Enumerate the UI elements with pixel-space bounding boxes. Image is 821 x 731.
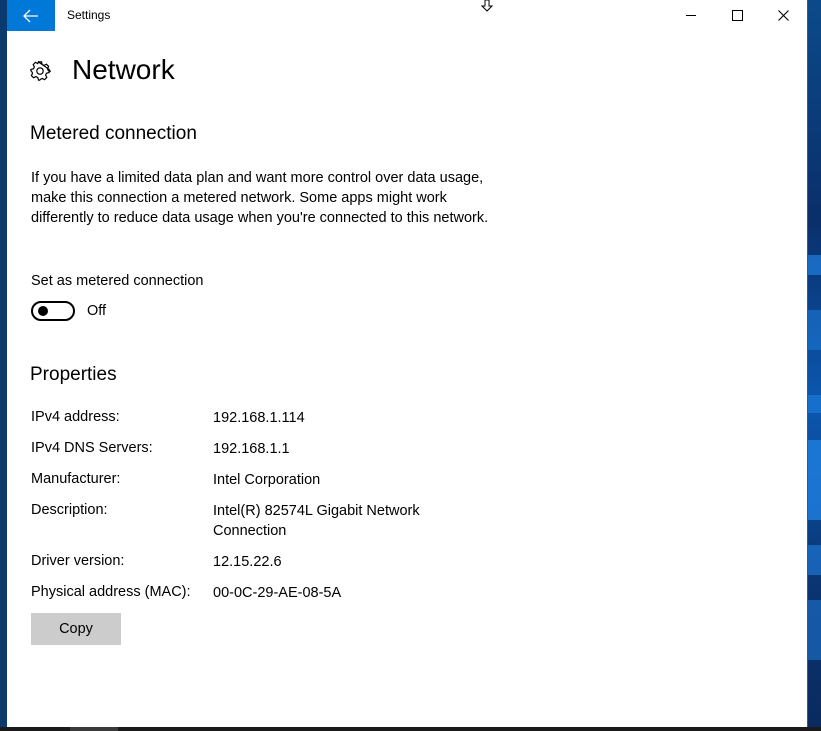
close-button[interactable]: [760, 0, 806, 31]
metered-connection-heading: Metered connection: [30, 123, 197, 144]
gear-icon: [30, 60, 51, 81]
desktop-background: [808, 0, 821, 731]
metered-toggle-label: Set as metered connection: [31, 273, 204, 289]
minimize-button[interactable]: [668, 0, 714, 31]
ipv4-dns-value: 192.168.1.1: [213, 441, 290, 457]
close-icon: [777, 10, 789, 21]
page-title: Network: [72, 54, 175, 85]
description-value: Intel(R) 82574L Gigabit Network Connecti…: [213, 503, 420, 539]
taskbar-item[interactable]: [70, 727, 118, 731]
settings-window: Settings Network Metered connection If y…: [7, 0, 808, 728]
taskbar: [0, 727, 821, 731]
mac-address-label: Physical address (MAC):: [31, 584, 191, 600]
toggle-knob: [38, 306, 48, 316]
mac-address-value: 00-0C-29-AE-08-5A: [213, 585, 342, 601]
minimize-icon: [685, 15, 696, 16]
maximize-button[interactable]: [714, 0, 760, 31]
manufacturer-value: Intel Corporation: [213, 472, 321, 488]
ipv4-dns-label: IPv4 DNS Servers:: [31, 440, 153, 456]
ipv4-address-value: 192.168.1.114: [213, 410, 305, 426]
metered-description: If you have a limited data plan and want…: [31, 170, 489, 226]
metered-connection-toggle[interactable]: [31, 301, 75, 321]
maximize-icon: [731, 10, 743, 21]
ipv4-address-label: IPv4 address:: [31, 409, 120, 425]
driver-version-label: Driver version:: [31, 553, 125, 569]
window-title: Settings: [67, 8, 111, 22]
mouse-cursor-icon: [481, 0, 493, 12]
title-bar: Settings: [7, 0, 807, 31]
manufacturer-label: Manufacturer:: [31, 471, 121, 487]
copy-button[interactable]: Copy: [31, 613, 121, 645]
driver-version-value: 12.15.22.6: [213, 554, 282, 570]
back-button[interactable]: [7, 0, 55, 31]
toggle-state-text: Off: [87, 303, 107, 319]
description-label: Description:: [31, 502, 108, 518]
back-arrow-icon: [23, 9, 38, 22]
properties-heading: Properties: [30, 364, 117, 385]
